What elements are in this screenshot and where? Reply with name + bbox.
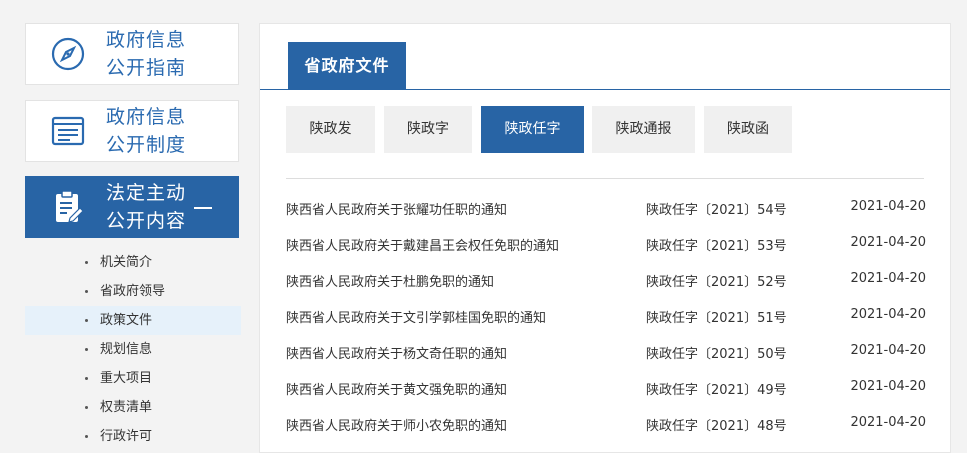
document-title[interactable]: 陕西省人民政府关于杜鹏免职的通知 bbox=[286, 271, 494, 290]
panel-title-tab[interactable]: 省政府文件 bbox=[288, 42, 406, 89]
document-number: 陕政任字〔2021〕51号 bbox=[646, 311, 787, 326]
document-number: 陕政任字〔2021〕48号 bbox=[646, 419, 787, 434]
document-number: 陕政任字〔2021〕53号 bbox=[646, 239, 787, 254]
document-row[interactable]: 陕西省人民政府关于戴建昌王会权任免职的通知 陕政任字〔2021〕53号 2021… bbox=[286, 225, 926, 261]
sidebar-sub-item[interactable]: 机关简介 bbox=[25, 248, 241, 277]
document-row[interactable]: 陕西省人民政府关于杨文奇任职的通知 陕政任字〔2021〕50号 2021-04-… bbox=[286, 333, 926, 369]
sidebar-sub-item-active[interactable]: 政策文件 bbox=[25, 306, 241, 335]
document-title[interactable]: 陕西省人民政府关于杨文奇任职的通知 bbox=[286, 343, 507, 362]
sidebar-sub-item[interactable]: 权责清单 bbox=[25, 393, 241, 422]
document-panel: 省政府文件 陕政发 陕政字 陕政任字 陕政通报 陕政函 陕西省人民政府关于张耀功… bbox=[259, 23, 951, 453]
subtab-shaanzhenghan[interactable]: 陕政函 bbox=[704, 106, 792, 153]
document-title[interactable]: 陕西省人民政府关于文引学郭桂国免职的通知 bbox=[286, 307, 546, 326]
document-date: 2021-04-20 bbox=[850, 235, 926, 250]
document-title[interactable]: 陕西省人民政府关于张耀功任职的通知 bbox=[286, 199, 507, 218]
sidebar-card-title: 政府信息 公开指南 bbox=[106, 29, 187, 79]
document-row[interactable]: 陕西省人民政府关于文引学郭桂国免职的通知 陕政任字〔2021〕51号 2021-… bbox=[286, 297, 926, 333]
document-date: 2021-04-20 bbox=[850, 199, 926, 214]
document-row[interactable]: 陕西省人民政府关于师小农免职的通知 陕政任字〔2021〕48号 2021-04-… bbox=[286, 405, 926, 441]
document-title[interactable]: 陕西省人民政府关于黄文强免职的通知 bbox=[286, 379, 507, 398]
compass-icon bbox=[51, 37, 85, 71]
divider bbox=[286, 178, 924, 179]
minus-icon[interactable] bbox=[194, 207, 212, 209]
sidebar-card-disclosure-guide[interactable]: 政府信息 公开指南 bbox=[25, 23, 239, 85]
document-number: 陕政任字〔2021〕54号 bbox=[646, 203, 787, 218]
document-row[interactable]: 陕西省人民政府关于张耀功任职的通知 陕政任字〔2021〕54号 2021-04-… bbox=[286, 189, 926, 225]
sidebar-card-title: 政府信息 公开制度 bbox=[106, 106, 187, 156]
sidebar-card-disclosure-system[interactable]: 政府信息 公开制度 bbox=[25, 100, 239, 162]
document-date: 2021-04-20 bbox=[850, 343, 926, 358]
sidebar-card-title: 法定主动 公开内容 bbox=[106, 182, 187, 232]
subtab-shaanzhengzi[interactable]: 陕政字 bbox=[384, 106, 472, 153]
document-date: 2021-04-20 bbox=[850, 379, 926, 394]
sidebar-sub-item[interactable]: 省政府领导 bbox=[25, 277, 241, 306]
document-list-icon bbox=[51, 116, 85, 146]
clipboard-edit-icon bbox=[56, 190, 84, 223]
document-title[interactable]: 陕西省人民政府关于戴建昌王会权任免职的通知 bbox=[286, 235, 559, 254]
document-number: 陕政任字〔2021〕50号 bbox=[646, 347, 787, 362]
document-date: 2021-04-20 bbox=[850, 415, 926, 430]
panel-header: 省政府文件 bbox=[260, 24, 950, 90]
document-date: 2021-04-20 bbox=[850, 307, 926, 322]
document-row[interactable]: 陕西省人民政府关于黄文强免职的通知 陕政任字〔2021〕49号 2021-04-… bbox=[286, 369, 926, 405]
subtab-shaanzhengtongbao[interactable]: 陕政通报 bbox=[592, 106, 695, 153]
subtab-shaanzhengfa[interactable]: 陕政发 bbox=[286, 106, 375, 153]
sidebar-sub-item[interactable]: 规划信息 bbox=[25, 335, 241, 364]
document-title[interactable]: 陕西省人民政府关于师小农免职的通知 bbox=[286, 415, 507, 434]
sidebar-card-mandatory-content[interactable]: 法定主动 公开内容 bbox=[25, 176, 239, 238]
sidebar-sub-item[interactable]: 重大项目 bbox=[25, 364, 241, 393]
document-row[interactable]: 陕西省人民政府关于杜鹏免职的通知 陕政任字〔2021〕52号 2021-04-2… bbox=[286, 261, 926, 297]
subtab-shaanzhengrenzi[interactable]: 陕政任字 bbox=[481, 106, 584, 153]
document-date: 2021-04-20 bbox=[850, 271, 926, 286]
document-number: 陕政任字〔2021〕49号 bbox=[646, 383, 787, 398]
sidebar-sub-list: 机关简介 省政府领导 政策文件 规划信息 重大项目 权责清单 行政许可 bbox=[25, 248, 241, 451]
document-number: 陕政任字〔2021〕52号 bbox=[646, 275, 787, 290]
sidebar-sub-item[interactable]: 行政许可 bbox=[25, 422, 241, 451]
document-list: 陕西省人民政府关于张耀功任职的通知 陕政任字〔2021〕54号 2021-04-… bbox=[286, 189, 926, 441]
